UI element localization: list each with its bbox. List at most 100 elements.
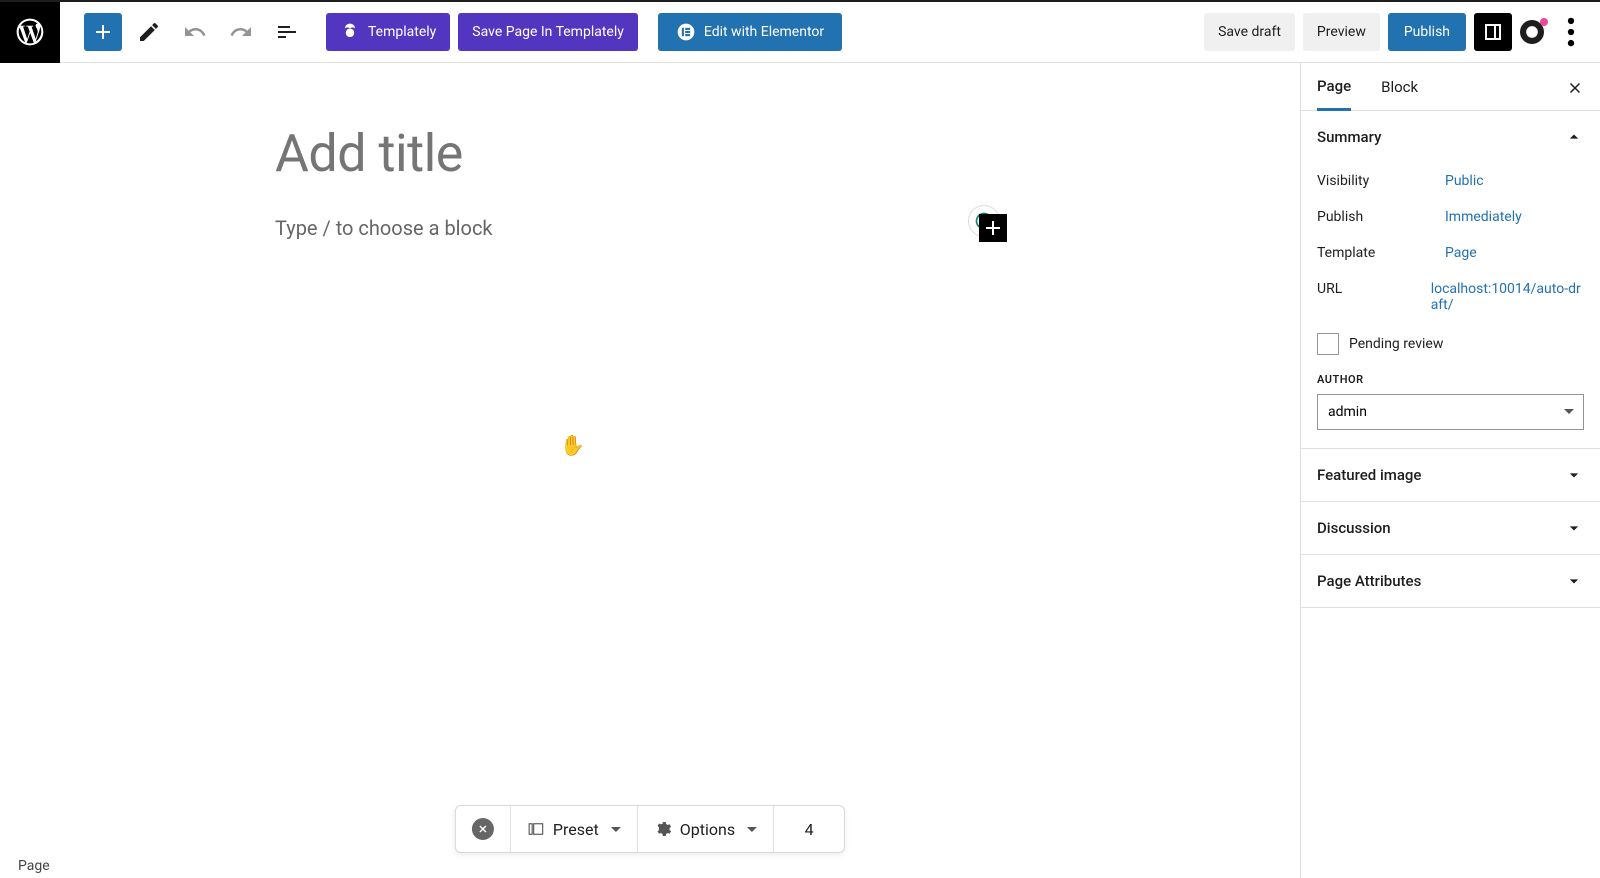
block-placeholder-text[interactable]: Type / to choose a block bbox=[275, 216, 995, 240]
float-value[interactable]: 4 bbox=[774, 806, 844, 852]
url-value[interactable]: localhost:10014/auto-draft/ bbox=[1431, 281, 1584, 313]
url-label: URL bbox=[1317, 281, 1431, 297]
edit-elementor-label: Edit with Elementor bbox=[704, 24, 824, 40]
redo-button[interactable] bbox=[222, 13, 260, 51]
default-block-row: Type / to choose a block bbox=[275, 216, 995, 240]
tab-block[interactable]: Block bbox=[1381, 63, 1418, 111]
notification-dot bbox=[1540, 18, 1548, 26]
featured-image-title: Featured image bbox=[1317, 466, 1421, 484]
pencil-icon bbox=[137, 20, 161, 44]
author-heading: AUTHOR bbox=[1317, 373, 1584, 386]
plus-icon bbox=[91, 20, 115, 44]
more-vertical-icon bbox=[1552, 13, 1590, 51]
featured-image-header[interactable]: Featured image bbox=[1301, 449, 1600, 501]
page-attributes-header[interactable]: Page Attributes bbox=[1301, 555, 1600, 607]
add-block-inline-button[interactable] bbox=[979, 214, 1007, 242]
preset-label: Preset bbox=[553, 820, 599, 839]
toggle-block-inserter-button[interactable] bbox=[84, 13, 122, 51]
publish-row: Publish Immediately bbox=[1317, 199, 1584, 235]
wordpress-logo[interactable] bbox=[0, 2, 60, 63]
templately-button[interactable]: Templately bbox=[326, 13, 450, 51]
floating-toolbar: Preset Options 4 bbox=[455, 805, 845, 853]
editor-canvas: Type / to choose a block ✋ bbox=[0, 63, 1300, 878]
breadcrumb-label[interactable]: Page bbox=[18, 858, 50, 874]
edit-elementor-button[interactable]: Edit with Elementor bbox=[658, 13, 842, 51]
chevron-down-icon bbox=[1564, 465, 1584, 485]
options-dropdown[interactable]: Options bbox=[638, 806, 774, 852]
float-close-segment bbox=[456, 806, 511, 852]
tools-button[interactable] bbox=[130, 13, 168, 51]
author-select[interactable]: admin bbox=[1317, 394, 1584, 430]
templately-icon bbox=[340, 22, 360, 42]
gear-icon bbox=[654, 820, 672, 838]
list-view-icon bbox=[275, 20, 299, 44]
document-overview-button[interactable] bbox=[268, 13, 306, 51]
chevron-down-icon bbox=[611, 827, 621, 832]
save-draft-label: Save draft bbox=[1218, 24, 1281, 40]
author-select-wrap: admin bbox=[1317, 394, 1584, 430]
float-close-button[interactable] bbox=[472, 818, 494, 840]
template-value[interactable]: Page bbox=[1445, 245, 1477, 261]
template-row: Template Page bbox=[1317, 235, 1584, 271]
preview-button[interactable]: Preview bbox=[1303, 13, 1380, 51]
footer-breadcrumb: Page bbox=[0, 854, 68, 878]
top-toolbar: Templately Save Page In Templately Edit … bbox=[0, 0, 1600, 63]
plus-icon bbox=[981, 216, 1005, 240]
toolbar-right-group: Save draft Preview Publish bbox=[1204, 13, 1590, 51]
tab-page[interactable]: Page bbox=[1317, 63, 1351, 111]
sidebar-tabs: Page Block bbox=[1301, 63, 1600, 111]
save-templately-label: Save Page In Templately bbox=[472, 24, 624, 40]
settings-sidebar: Page Block Summary Visibility Public Pub… bbox=[1300, 63, 1600, 878]
preview-label: Preview bbox=[1317, 24, 1366, 40]
hand-cursor-icon: ✋ bbox=[560, 433, 585, 457]
pending-review-row: Pending review bbox=[1317, 333, 1584, 355]
ea-icon bbox=[1525, 25, 1539, 39]
summary-title: Summary bbox=[1317, 128, 1381, 146]
template-label: Template bbox=[1317, 245, 1445, 261]
publish-label: Publish bbox=[1317, 209, 1445, 225]
editor-inner: Type / to choose a block bbox=[275, 123, 995, 240]
featured-image-panel: Featured image bbox=[1301, 449, 1600, 502]
publish-button[interactable]: Publish bbox=[1388, 13, 1466, 51]
summary-panel-body: Visibility Public Publish Immediately Te… bbox=[1301, 163, 1600, 448]
publish-value[interactable]: Immediately bbox=[1445, 209, 1522, 225]
summary-panel: Summary Visibility Public Publish Immedi… bbox=[1301, 111, 1600, 449]
content-wrapper: Type / to choose a block ✋ Page Block Su… bbox=[0, 63, 1600, 878]
chevron-down-icon bbox=[1564, 518, 1584, 538]
undo-button[interactable] bbox=[176, 13, 214, 51]
options-label: Options bbox=[680, 820, 735, 839]
more-options-button[interactable] bbox=[1552, 13, 1590, 51]
save-draft-button[interactable]: Save draft bbox=[1204, 13, 1295, 51]
visibility-row: Visibility Public bbox=[1317, 163, 1584, 199]
ea-plugin-badge[interactable] bbox=[1520, 20, 1544, 44]
visibility-label: Visibility bbox=[1317, 173, 1445, 189]
pending-review-label: Pending review bbox=[1349, 336, 1443, 352]
visibility-value[interactable]: Public bbox=[1445, 173, 1484, 189]
save-templately-button[interactable]: Save Page In Templately bbox=[458, 13, 638, 51]
chevron-down-icon bbox=[747, 827, 757, 832]
templately-label: Templately bbox=[368, 24, 436, 40]
discussion-header[interactable]: Discussion bbox=[1301, 502, 1600, 554]
chevron-down-icon bbox=[1564, 571, 1584, 591]
toolbar-left-group: Templately Save Page In Templately Edit … bbox=[84, 13, 842, 51]
page-attributes-panel: Page Attributes bbox=[1301, 555, 1600, 608]
discussion-title: Discussion bbox=[1317, 519, 1391, 537]
close-icon bbox=[1566, 79, 1584, 97]
close-sidebar-button[interactable] bbox=[1562, 75, 1588, 105]
wordpress-icon bbox=[14, 16, 46, 48]
settings-panel-toggle[interactable] bbox=[1474, 13, 1512, 51]
preset-icon bbox=[527, 820, 545, 838]
page-attributes-title: Page Attributes bbox=[1317, 572, 1421, 590]
summary-panel-header[interactable]: Summary bbox=[1301, 111, 1600, 163]
pending-review-checkbox[interactable] bbox=[1317, 333, 1339, 355]
elementor-icon bbox=[676, 22, 696, 42]
redo-icon bbox=[229, 20, 253, 44]
discussion-panel: Discussion bbox=[1301, 502, 1600, 555]
chevron-up-icon bbox=[1564, 127, 1584, 147]
x-icon bbox=[477, 823, 489, 835]
url-row: URL localhost:10014/auto-draft/ bbox=[1317, 271, 1584, 323]
preset-dropdown[interactable]: Preset bbox=[511, 806, 638, 852]
undo-icon bbox=[183, 20, 207, 44]
sidebar-icon bbox=[1481, 20, 1505, 44]
post-title-input[interactable] bbox=[275, 123, 995, 184]
